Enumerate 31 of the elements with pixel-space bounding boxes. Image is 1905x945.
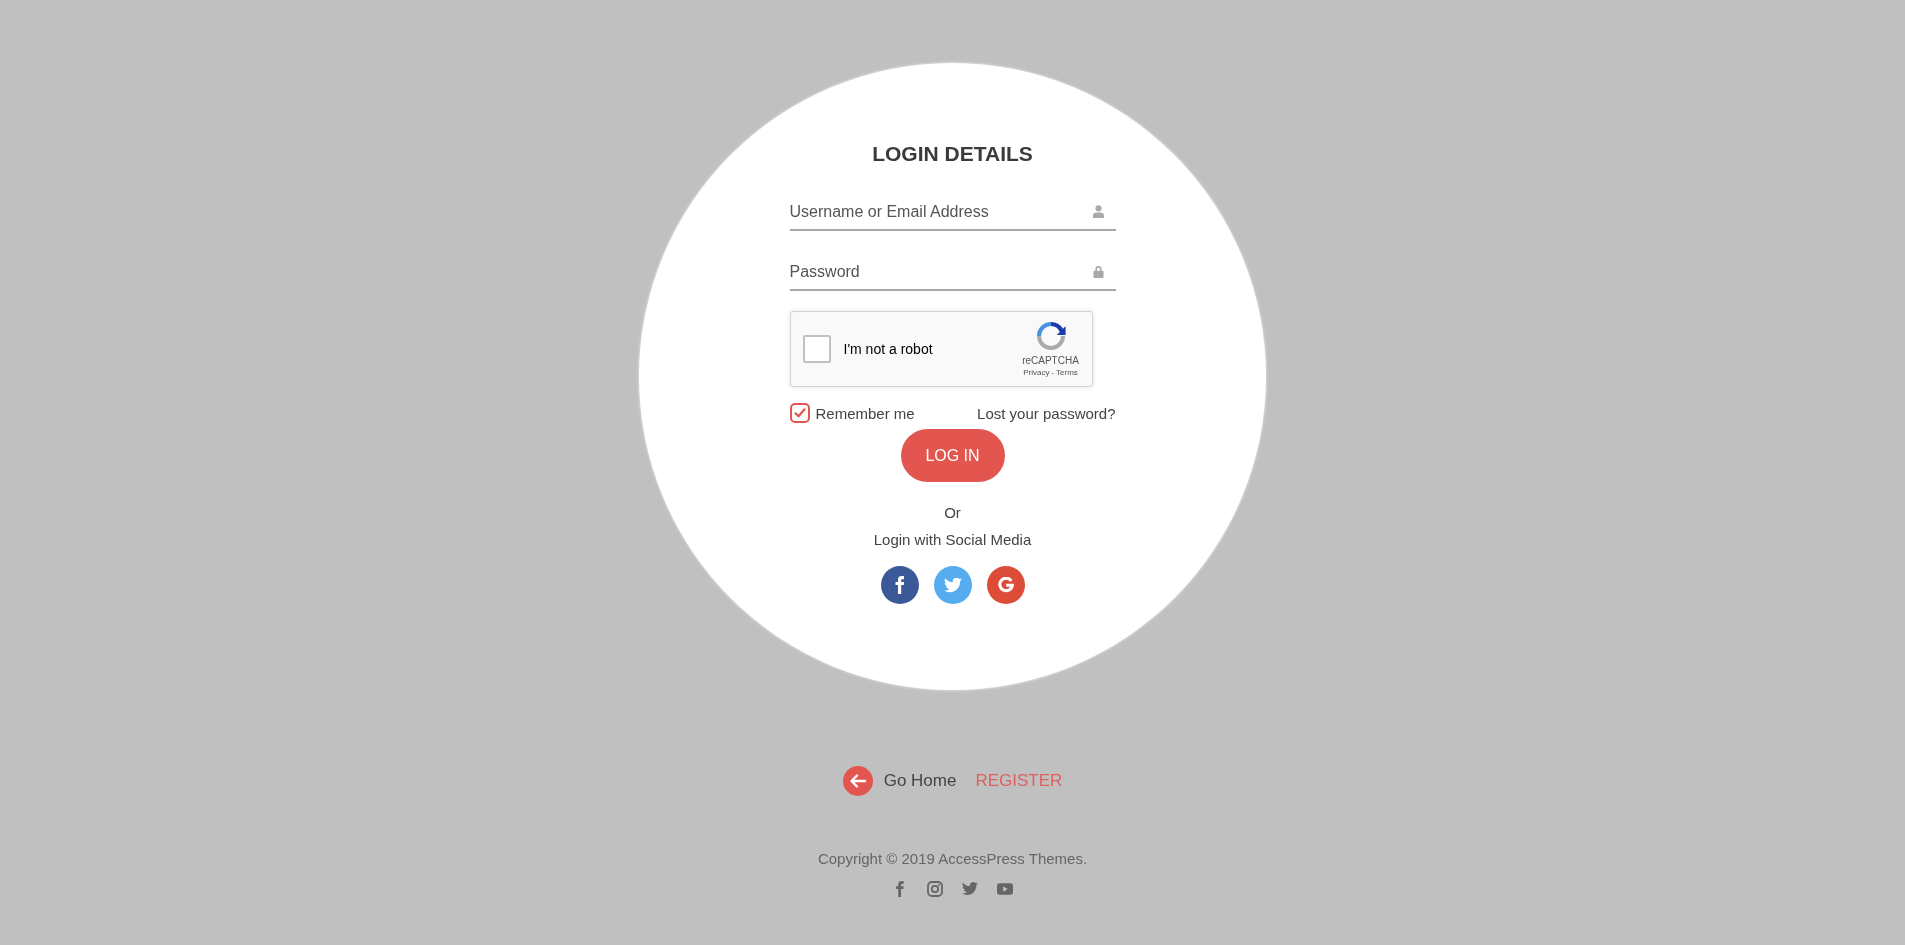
link-separator: - bbox=[1051, 367, 1055, 378]
copyright-text: Copyright © 2019 AccessPress Themes. bbox=[817, 849, 1088, 869]
captcha-link[interactable]: Terms bbox=[1056, 367, 1078, 378]
instagram-icon bbox=[927, 881, 943, 897]
google-icon bbox=[997, 577, 1014, 593]
remember-checkbox[interactable] bbox=[789, 403, 810, 423]
play-icon bbox=[997, 883, 1013, 895]
social-login-button[interactable] bbox=[986, 566, 1025, 604]
remember-label: Remember me bbox=[815, 404, 915, 422]
captcha-link[interactable]: Privacy bbox=[1023, 367, 1050, 378]
captcha-brand: reCAPTCHA bbox=[1022, 355, 1079, 367]
social-link[interactable] bbox=[927, 881, 943, 897]
captcha-label: I'm not a robot bbox=[843, 341, 934, 357]
form-title: LOGIN DETAILS bbox=[872, 142, 1033, 166]
go-home-link[interactable]: Go Home bbox=[842, 766, 957, 796]
input-field[interactable]: Password bbox=[789, 253, 1116, 291]
bird-icon bbox=[943, 577, 962, 593]
bird-icon bbox=[962, 881, 978, 897]
input-field[interactable]: Username or Email Address bbox=[789, 193, 1116, 231]
facebook-icon bbox=[894, 576, 905, 594]
social-heading: Login with Social Media bbox=[873, 530, 1032, 550]
social-login-button[interactable] bbox=[880, 566, 919, 604]
login-button[interactable]: LOG IN bbox=[900, 429, 1005, 482]
lost-password-link[interactable]: Lost your password? bbox=[977, 404, 1116, 422]
lock-icon bbox=[1092, 265, 1104, 278]
social-link[interactable] bbox=[962, 881, 978, 897]
user-icon bbox=[1092, 205, 1104, 218]
social-link[interactable] bbox=[997, 881, 1013, 897]
captcha-checkbox[interactable] bbox=[802, 335, 831, 363]
or-text: Or bbox=[944, 503, 961, 523]
circular-arrows-icon bbox=[1034, 320, 1067, 352]
